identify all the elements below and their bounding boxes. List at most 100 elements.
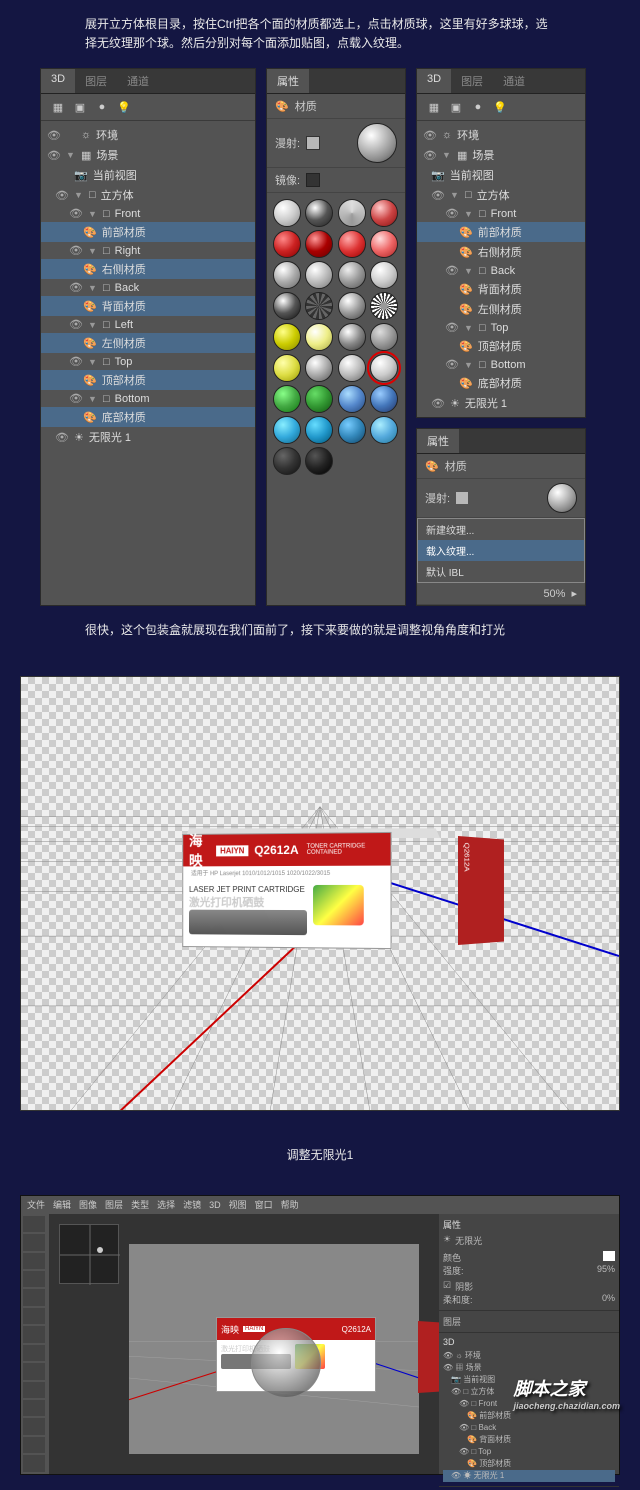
tree-front-material[interactable]: 🎨前部材质	[417, 222, 585, 242]
menu-item[interactable]: 类型	[131, 1198, 149, 1211]
tree-right-material[interactable]: 🎨右侧材质	[41, 259, 255, 279]
material-ball[interactable]	[305, 199, 333, 227]
tool-button[interactable]	[23, 1382, 45, 1398]
tool-button[interactable]	[23, 1308, 45, 1324]
filter-mesh-icon[interactable]: ▣	[449, 100, 463, 114]
material-ball[interactable]	[305, 447, 333, 475]
tree-current-view[interactable]: 📷当前视图	[417, 165, 585, 185]
tab-channels[interactable]: 通道	[117, 69, 159, 93]
tool-button[interactable]	[23, 1253, 45, 1269]
menu-item[interactable]: 视图	[229, 1198, 247, 1211]
tree-top-material[interactable]: 🎨顶部材质	[417, 336, 585, 356]
material-ball[interactable]	[273, 354, 301, 382]
material-ball[interactable]	[338, 323, 366, 351]
tree-right[interactable]: 👁▼□Right	[41, 242, 255, 259]
tree-back[interactable]: 👁▼□Back	[417, 262, 585, 279]
tree-bottom[interactable]: 👁▼□Bottom	[417, 356, 585, 373]
material-ball[interactable]	[273, 199, 301, 227]
material-ball[interactable]	[273, 385, 301, 413]
light-gizmo[interactable]	[251, 1328, 321, 1398]
material-ball[interactable]	[338, 199, 366, 227]
menu-default-ibl[interactable]: 默认 IBL	[418, 561, 584, 582]
3d-viewport[interactable]: Q2612A 海映 HAIYN Q2612A TONER CARTRIDGE C…	[20, 676, 620, 1111]
filter-material-icon[interactable]: ●	[95, 100, 109, 114]
tab-3d[interactable]: 3D	[41, 69, 75, 93]
material-ball[interactable]	[273, 323, 301, 351]
material-preview-sphere[interactable]	[357, 123, 397, 163]
tree-top[interactable]: 👁▼□Top	[417, 319, 585, 336]
material-ball[interactable]	[338, 261, 366, 289]
menu-item[interactable]: 3D	[209, 1200, 221, 1210]
visibility-icon[interactable]: 👁	[47, 149, 61, 162]
material-ball[interactable]	[273, 416, 301, 444]
tree-top[interactable]: 👁▼□Top	[41, 353, 255, 370]
material-ball[interactable]	[305, 292, 333, 320]
tree-scene[interactable]: 👁▼▦场景	[41, 145, 255, 165]
filter-all-icon[interactable]: ▦	[427, 100, 441, 114]
filter-all-icon[interactable]: ▦	[51, 100, 65, 114]
material-preview-sphere[interactable]	[547, 483, 577, 513]
tree-left-material[interactable]: 🎨左侧材质	[417, 299, 585, 319]
menu-item[interactable]: 文件	[27, 1198, 45, 1211]
tab-channels[interactable]: 通道	[493, 69, 535, 93]
tree-left[interactable]: 👁▼□Left	[41, 316, 255, 333]
tab-3d[interactable]: 3D	[417, 69, 451, 93]
material-ball[interactable]	[305, 385, 333, 413]
filter-light-icon[interactable]: 💡	[117, 100, 131, 114]
material-ball[interactable]	[305, 230, 333, 258]
menu-item[interactable]: 编辑	[53, 1198, 71, 1211]
tree-environment[interactable]: 👁☼环境	[41, 125, 255, 145]
tree-right-material[interactable]: 🎨右侧材质	[417, 242, 585, 262]
menu-item[interactable]: 窗口	[255, 1198, 273, 1211]
mirror-swatch[interactable]	[306, 173, 320, 187]
material-ball[interactable]	[273, 292, 301, 320]
tree-bottom-material[interactable]: 🎨底部材质	[417, 373, 585, 393]
filter-mesh-icon[interactable]: ▣	[73, 100, 87, 114]
tree-cube[interactable]: 👁▼□立方体	[41, 185, 255, 205]
tool-button[interactable]	[23, 1289, 45, 1305]
material-ball[interactable]	[370, 292, 398, 320]
tree-front[interactable]: 👁▼□Front	[417, 205, 585, 222]
tree-bottom[interactable]: 👁▼□Bottom	[41, 390, 255, 407]
tree-infinite-light[interactable]: 👁☀无限光 1	[41, 427, 255, 447]
canvas-3d-view[interactable]: 海映HAIYNQ2612A 激光打印机硒鼓	[129, 1244, 419, 1454]
tool-button[interactable]	[23, 1234, 45, 1250]
tree-front-material[interactable]: 🎨前部材质	[41, 222, 255, 242]
material-ball[interactable]	[370, 385, 398, 413]
material-ball[interactable]	[338, 354, 366, 382]
tab-layers[interactable]: 图层	[451, 69, 493, 93]
tree-infinite-light[interactable]: 👁☀无限光 1	[417, 393, 585, 413]
material-ball[interactable]	[370, 323, 398, 351]
material-ball[interactable]	[273, 261, 301, 289]
menu-item[interactable]: 帮助	[281, 1198, 299, 1211]
filter-material-icon[interactable]: ●	[471, 100, 485, 114]
tree-top-material[interactable]: 🎨顶部材质	[41, 370, 255, 390]
product-box-3d[interactable]: Q2612A 海映 HAIYN Q2612A TONER CARTRIDGE C…	[180, 833, 460, 953]
material-ball[interactable]	[305, 261, 333, 289]
filter-light-icon[interactable]: 💡	[493, 100, 507, 114]
tree-back-material[interactable]: 🎨背面材质	[41, 296, 255, 316]
material-ball[interactable]	[305, 416, 333, 444]
tree-scene[interactable]: 👁▼▦场景	[417, 145, 585, 165]
tree-current-view[interactable]: 📷当前视图	[41, 165, 255, 185]
menu-item[interactable]: 图层	[105, 1198, 123, 1211]
tool-button[interactable]	[23, 1363, 45, 1379]
material-ball[interactable]	[370, 261, 398, 289]
menu-item[interactable]: 选择	[157, 1198, 175, 1211]
tool-button[interactable]	[23, 1216, 45, 1232]
material-ball[interactable]	[273, 447, 301, 475]
menu-load-texture[interactable]: 载入纹理...	[418, 540, 584, 561]
tool-button[interactable]	[23, 1345, 45, 1361]
material-ball[interactable]	[338, 416, 366, 444]
tree-back[interactable]: 👁▼□Back	[41, 279, 255, 296]
menu-new-texture[interactable]: 新建纹理...	[418, 519, 584, 540]
material-ball[interactable]	[370, 230, 398, 258]
tree-bottom-material[interactable]: 🎨底部材质	[41, 407, 255, 427]
tool-button[interactable]	[23, 1437, 45, 1453]
tool-button[interactable]	[23, 1271, 45, 1287]
tab-properties[interactable]: 属性	[417, 429, 459, 453]
material-ball[interactable]	[338, 385, 366, 413]
tree-environment[interactable]: 👁☼环境	[417, 125, 585, 145]
material-ball[interactable]	[305, 323, 333, 351]
tab-layers[interactable]: 图层	[75, 69, 117, 93]
